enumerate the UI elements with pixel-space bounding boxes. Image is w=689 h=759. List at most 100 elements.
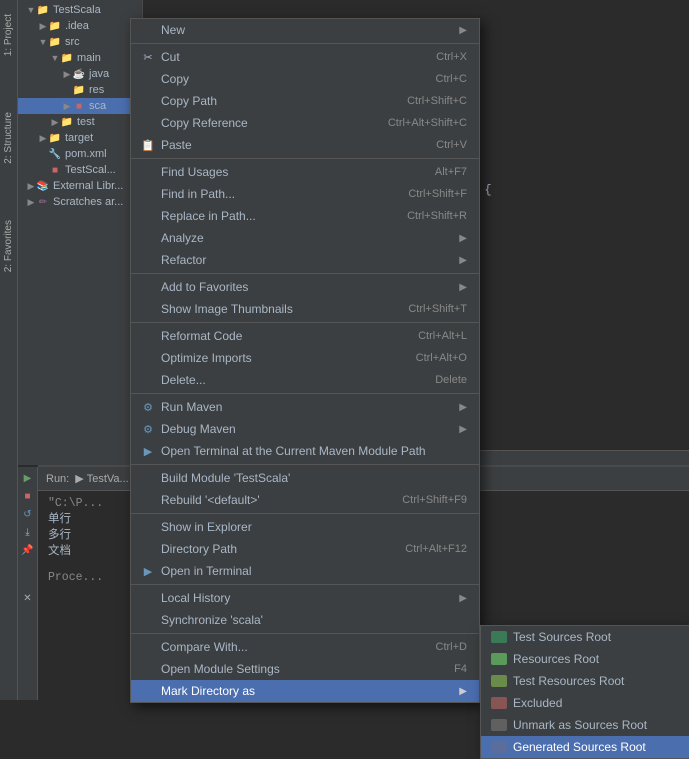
local-history-arrow: ▶: [459, 593, 467, 604]
run-rerun-btn[interactable]: ↺: [21, 507, 35, 521]
menu-item-replace-path[interactable]: Replace in Path... Ctrl+Shift+R: [131, 205, 479, 227]
reformat-shortcut: Ctrl+Alt+L: [418, 330, 467, 342]
scratch-icon: ✏: [36, 195, 50, 209]
menu-item-module-settings[interactable]: Open Module Settings F4: [131, 658, 479, 680]
sidebar-tab-favorites[interactable]: 2: Favorites: [1, 216, 16, 276]
menu-item-show-explorer[interactable]: Show in Explorer: [131, 516, 479, 538]
menu-item-sync-scala[interactable]: Synchronize 'scala': [131, 609, 479, 631]
menu-show-explorer-label: Show in Explorer: [161, 520, 467, 534]
tree-java[interactable]: ▶ ☕ java: [18, 66, 142, 82]
menu-item-run-maven[interactable]: ⚙ Run Maven ▶: [131, 396, 479, 418]
tree-main[interactable]: ▼ 📁 main: [18, 50, 142, 66]
menu-item-new[interactable]: New ▶: [131, 19, 479, 41]
sep-3: [131, 273, 479, 274]
tree-arrow-scala: ▶: [62, 101, 72, 111]
menu-item-analyze[interactable]: Analyze ▶: [131, 227, 479, 249]
tree-pom-label: pom.xml: [65, 148, 107, 160]
menu-item-dir-path[interactable]: Directory Path Ctrl+Alt+F12: [131, 538, 479, 560]
tree-scala[interactable]: ▶ ■ sca: [18, 98, 142, 114]
submenu-item-generated[interactable]: Generated Sources Root: [481, 736, 689, 758]
menu-item-terminal-maven[interactable]: ▶ Open Terminal at the Current Maven Mod…: [131, 440, 479, 462]
run-scroll-btn[interactable]: ⤓: [21, 525, 35, 539]
tree-root-label: TestScala: [53, 4, 101, 16]
tree-res-label: res: [89, 84, 104, 96]
menu-item-build[interactable]: Build Module 'TestScala': [131, 467, 479, 489]
sidebar-tab-project[interactable]: 1: Project: [1, 10, 16, 60]
menu-item-find-path[interactable]: Find in Path... Ctrl+Shift+F: [131, 183, 479, 205]
open-terminal-icon: ▶: [139, 565, 157, 578]
rebuild-shortcut: Ctrl+Shift+F9: [402, 494, 467, 506]
menu-item-optimize[interactable]: Optimize Imports Ctrl+Alt+O: [131, 347, 479, 369]
main-icon: 📁: [60, 51, 74, 65]
cut-icon: ✂: [139, 51, 157, 64]
paste-shortcut: Ctrl+V: [436, 139, 467, 151]
src-icon: 📁: [48, 35, 62, 49]
menu-item-copy[interactable]: Copy Ctrl+C: [131, 68, 479, 90]
menu-local-history-label: Local History: [161, 591, 453, 605]
menu-open-terminal-label: Open in Terminal: [161, 564, 467, 578]
menu-item-cut[interactable]: ✂ Cut Ctrl+X: [131, 46, 479, 68]
sep-5: [131, 393, 479, 394]
menu-item-copy-ref[interactable]: Copy Reference Ctrl+Alt+Shift+C: [131, 112, 479, 134]
run-play-btn[interactable]: ▶: [21, 471, 35, 485]
menu-item-delete[interactable]: Delete... Delete: [131, 369, 479, 391]
menu-item-refactor[interactable]: Refactor ▶: [131, 249, 479, 271]
menu-copy-label: Copy: [161, 72, 416, 86]
find-usages-shortcut: Alt+F7: [435, 166, 467, 178]
menu-paste-label: Paste: [161, 138, 416, 152]
testscala-icon: ■: [48, 163, 62, 177]
sidebar-tab-structure[interactable]: 2: Structure: [1, 108, 16, 168]
menu-item-compare[interactable]: Compare With... Ctrl+D: [131, 636, 479, 658]
tree-scratches[interactable]: ▶ ✏ Scratches ar...: [18, 194, 142, 210]
tree-target[interactable]: ▶ 📁 target: [18, 130, 142, 146]
sep-4: [131, 322, 479, 323]
menu-item-thumbnails[interactable]: Show Image Thumbnails Ctrl+Shift+T: [131, 298, 479, 320]
tree-pom[interactable]: ▶ 🔧 pom.xml: [18, 146, 142, 162]
menu-item-find-usages[interactable]: Find Usages Alt+F7: [131, 161, 479, 183]
menu-reformat-label: Reformat Code: [161, 329, 398, 343]
tree-scala-label: sca: [89, 100, 106, 112]
compare-shortcut: Ctrl+D: [436, 641, 467, 653]
tree-arrow-java: ▶: [62, 69, 72, 79]
tree-res[interactable]: ▶ 📁 res: [18, 82, 142, 98]
test-icon: 📁: [60, 115, 74, 129]
module-settings-shortcut: F4: [454, 663, 467, 675]
run-close-btn[interactable]: ✕: [21, 591, 35, 605]
dir-path-shortcut: Ctrl+Alt+F12: [405, 543, 467, 555]
menu-replace-path-label: Replace in Path...: [161, 209, 387, 223]
tree-root[interactable]: ▼ 📁 TestScala: [18, 2, 142, 18]
sep-8: [131, 584, 479, 585]
run-label: Run:: [46, 473, 69, 485]
run-pin-btn[interactable]: 📌: [21, 543, 35, 557]
res-icon: 📁: [72, 83, 86, 97]
tree-test[interactable]: ▶ 📁 test: [18, 114, 142, 130]
menu-item-local-history[interactable]: Local History ▶: [131, 587, 479, 609]
optimize-shortcut: Ctrl+Alt+O: [416, 352, 467, 364]
menu-item-mark-dir[interactable]: Mark Directory as ▶: [131, 680, 479, 702]
menu-debug-maven-label: Debug Maven: [161, 422, 453, 436]
tree-arrow-scratch: ▶: [26, 197, 36, 207]
run-toolbar-strip: ▶ ■ ↺ ⤓ 📌 ✕: [18, 467, 38, 700]
tree-external-libs[interactable]: ▶ 📚 External Libr...: [18, 178, 142, 194]
submenu-item-unmark[interactable]: Unmark as Sources Root: [481, 714, 689, 736]
menu-item-copy-path[interactable]: Copy Path Ctrl+Shift+C: [131, 90, 479, 112]
tree-src[interactable]: ▼ 📁 src: [18, 34, 142, 50]
menu-item-open-terminal[interactable]: ▶ Open in Terminal: [131, 560, 479, 582]
tree-testscala[interactable]: ▶ ■ TestScal...: [18, 162, 142, 178]
menu-item-paste[interactable]: 📋 Paste Ctrl+V: [131, 134, 479, 156]
menu-copy-path-label: Copy Path: [161, 94, 387, 108]
menu-item-favorites[interactable]: Add to Favorites ▶: [131, 276, 479, 298]
copy-ref-shortcut: Ctrl+Alt+Shift+C: [388, 117, 467, 129]
copy-path-shortcut: Ctrl+Shift+C: [407, 95, 467, 107]
menu-item-debug-maven[interactable]: ⚙ Debug Maven ▶: [131, 418, 479, 440]
tree-idea[interactable]: ▶ 📁 .idea: [18, 18, 142, 34]
menu-item-reformat[interactable]: Reformat Code Ctrl+Alt+L: [131, 325, 479, 347]
tree-arrow-src: ▼: [38, 37, 48, 47]
mark-dir-arrow: ▶: [459, 686, 467, 697]
context-menu: New ▶ ✂ Cut Ctrl+X Copy Ctrl+C Copy Path…: [130, 18, 480, 703]
menu-item-rebuild[interactable]: Rebuild '<default>' Ctrl+Shift+F9: [131, 489, 479, 511]
run-tab-label[interactable]: TestVa...: [87, 473, 129, 485]
java-icon: ☕: [72, 67, 86, 81]
run-stop-btn[interactable]: ■: [21, 489, 35, 503]
menu-find-path-label: Find in Path...: [161, 187, 388, 201]
